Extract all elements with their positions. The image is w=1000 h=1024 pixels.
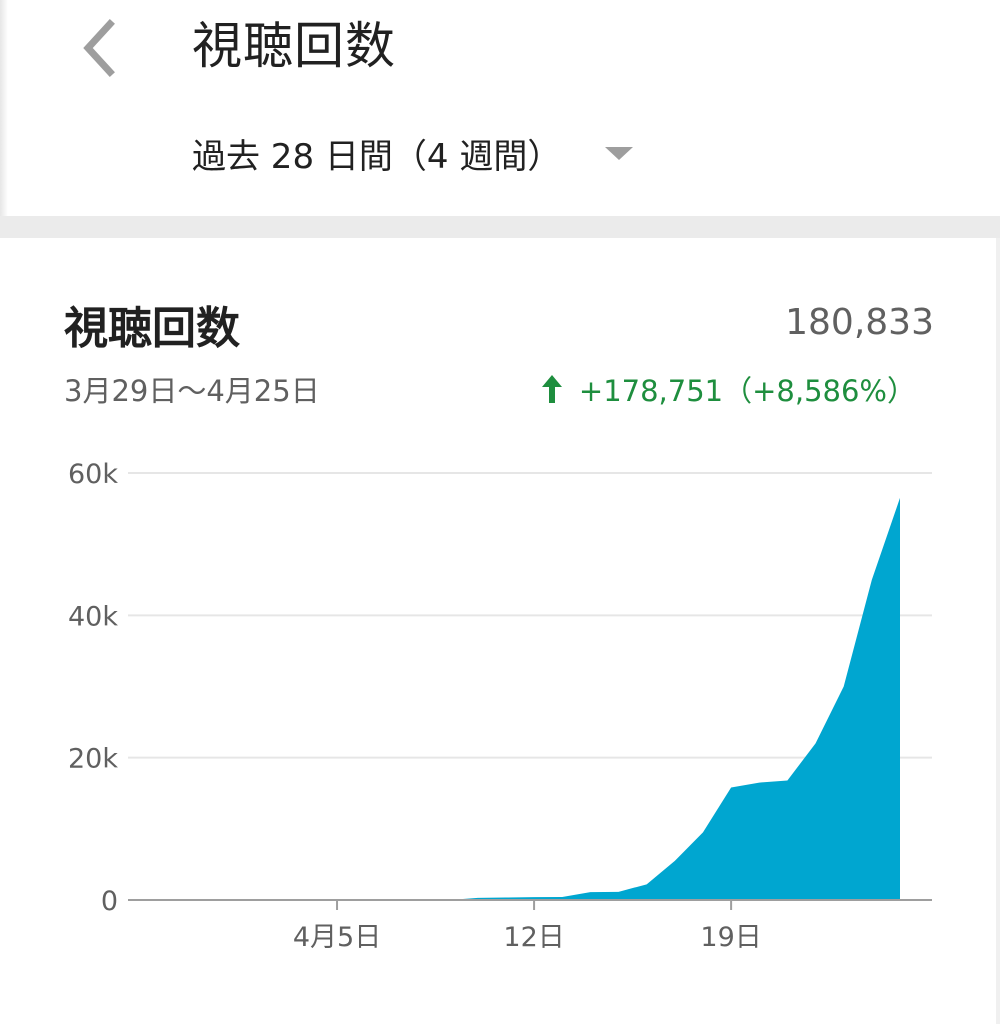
change-indicator: +178,751（+8,586%）	[541, 368, 916, 410]
y-tick-label: 0	[101, 886, 118, 917]
back-button[interactable]	[72, 18, 132, 78]
page: 視聴回数 過去 28 日間（4 週間） 視聴回数 180,833 3月29日～4…	[0, 0, 1000, 1024]
page-title: 視聴回数	[192, 17, 396, 75]
arrow-up-icon	[541, 375, 562, 403]
section-divider	[0, 216, 1000, 238]
views-chart: 4月5日 12日 19日 0 20k 40k 60k	[68, 459, 932, 953]
chevron-left-icon	[83, 19, 115, 77]
change-value: +178,751（+8,586%）	[578, 374, 916, 408]
metric-total: 180,833	[785, 302, 934, 343]
y-tick-label: 20k	[68, 744, 118, 775]
date-range: 3月29日～4月25日	[64, 374, 320, 408]
left-edge-shadow	[0, 0, 8, 216]
y-tick-label: 60k	[68, 459, 118, 490]
views-area-series	[140, 497, 900, 900]
period-dropdown[interactable]: 過去 28 日間（4 週間）	[192, 128, 634, 178]
metric-title: 視聴回数	[64, 303, 240, 354]
x-tick-label: 4月5日	[293, 922, 381, 953]
app-header: 視聴回数 過去 28 日間（4 週間）	[0, 0, 1000, 216]
period-label: 過去 28 日間（4 週間）	[192, 136, 562, 177]
x-tick-label: 19日	[700, 922, 761, 953]
dropdown-arrow-icon	[605, 146, 634, 160]
y-tick-label: 40k	[68, 601, 118, 632]
x-tick-label: 12日	[503, 922, 564, 953]
